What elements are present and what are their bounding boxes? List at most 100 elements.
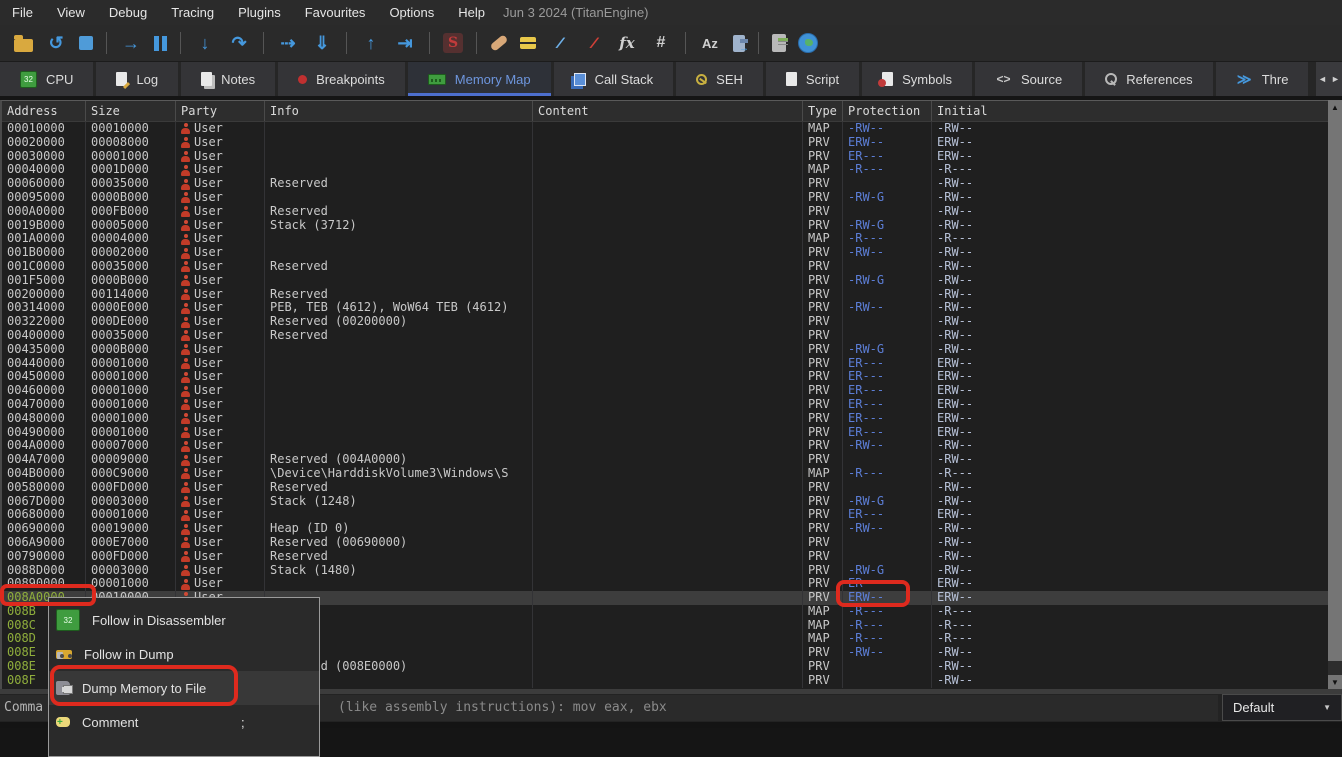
table-row[interactable]: 006A9000000E7000UserReserved (00690000)P… bbox=[2, 536, 1328, 550]
table-row[interactable]: 004A700000009000UserReserved (004A0000)P… bbox=[2, 453, 1328, 467]
run-icon[interactable]: → bbox=[120, 32, 142, 54]
table-row[interactable]: 0088D00000003000UserStack (1480)PRV-RW-G… bbox=[2, 564, 1328, 578]
scrollbar-thumb[interactable] bbox=[1328, 114, 1342, 661]
calculator-icon[interactable] bbox=[772, 34, 786, 52]
table-row[interactable]: 0019B00000005000UserStack (3712)PRV-RW-G… bbox=[2, 219, 1328, 233]
hash-icon[interactable]: # bbox=[650, 32, 672, 54]
table-row[interactable]: 00322000000DE000UserReserved (00200000)P… bbox=[2, 315, 1328, 329]
table-row[interactable]: 0048000000001000UserPRVER---ERW-- bbox=[2, 412, 1328, 426]
run-to-user-code-icon[interactable]: ⇥ bbox=[394, 32, 416, 54]
table-row[interactable]: 001B000000002000UserPRV-RW---RW-- bbox=[2, 246, 1328, 260]
menu-item-plugins[interactable]: Plugins bbox=[226, 5, 293, 20]
az-icon[interactable]: Az bbox=[699, 32, 721, 54]
context-menu-item-comment[interactable]: Comment; bbox=[49, 705, 319, 739]
context-menu-item-dump-memory-to-file[interactable]: Dump Memory to File bbox=[49, 671, 319, 705]
table-row[interactable]: 0003000000001000UserPRVER---ERW-- bbox=[2, 150, 1328, 164]
run-trace-icon[interactable]: ⇢ bbox=[277, 32, 299, 54]
context-menu-item-follow-in-dump[interactable]: Follow in Dump bbox=[49, 637, 319, 671]
fx-icon[interactable]: fx bbox=[616, 32, 638, 54]
tab-memory-map[interactable]: Memory Map bbox=[408, 62, 551, 96]
step-out-icon[interactable]: ⇓ bbox=[311, 32, 333, 54]
restart-icon[interactable]: ↺ bbox=[45, 32, 67, 54]
table-row[interactable]: 004350000000B000UserPRV-RW-G-RW-- bbox=[2, 343, 1328, 357]
pause-icon[interactable] bbox=[154, 36, 167, 51]
table-row[interactable]: 0069000000019000UserHeap (ID 0)PRV-RW---… bbox=[2, 522, 1328, 536]
vertical-scrollbar[interactable]: ▲ ▼ bbox=[1328, 100, 1342, 689]
tab-breakpoints[interactable]: Breakpoints bbox=[278, 62, 405, 96]
table-row[interactable]: 003140000000E000UserPEB, TEB (4612), WoW… bbox=[2, 301, 1328, 315]
step-into-icon[interactable]: ↓ bbox=[194, 32, 216, 54]
size-cell: 00001000 bbox=[86, 357, 176, 371]
protection-cell: ERW-- bbox=[843, 136, 932, 150]
type-cell: PRV bbox=[803, 370, 843, 384]
tab-source[interactable]: Source bbox=[975, 62, 1082, 96]
table-row[interactable]: 000400000001D000UserMAP-R----R--- bbox=[2, 163, 1328, 177]
patches-icon[interactable] bbox=[490, 34, 509, 52]
menu-item-options[interactable]: Options bbox=[377, 5, 446, 20]
table-row[interactable]: 0049000000001000UserPRVER---ERW-- bbox=[2, 426, 1328, 440]
table-row[interactable]: 0089000000001000UserPRVER---ERW-- bbox=[2, 577, 1328, 591]
table-row[interactable]: 0044000000001000UserPRVER---ERW-- bbox=[2, 357, 1328, 371]
user-person-icon bbox=[181, 579, 190, 590]
scroll-up-button[interactable]: ▲ bbox=[1328, 100, 1342, 114]
tab-symbols[interactable]: Symbols bbox=[862, 62, 972, 96]
stop-icon[interactable] bbox=[79, 36, 93, 50]
menu-item-file[interactable]: File bbox=[0, 5, 45, 20]
table-row[interactable]: 000A0000000FB000UserReservedPRV-RW-- bbox=[2, 205, 1328, 219]
highlight-icon[interactable]: ∕∕ bbox=[548, 32, 570, 54]
table-row[interactable]: 000950000000B000UserPRV-RW-G-RW-- bbox=[2, 191, 1328, 205]
table-row[interactable]: 0001000000010000UserMAP-RW---RW-- bbox=[2, 122, 1328, 136]
pager-icon[interactable] bbox=[733, 35, 745, 52]
table-row[interactable]: 004A000000007000UserPRV-RW---RW-- bbox=[2, 439, 1328, 453]
tab-seh[interactable]: SEH bbox=[676, 62, 763, 96]
scroll-down-button[interactable]: ▼ bbox=[1328, 675, 1342, 689]
table-row[interactable]: 0067D00000003000UserStack (1248)PRV-RW-G… bbox=[2, 495, 1328, 509]
table-row[interactable]: 0045000000001000UserPRVER---ERW-- bbox=[2, 370, 1328, 384]
table-row[interactable]: 0046000000001000UserPRVER---ERW-- bbox=[2, 384, 1328, 398]
party-label: User bbox=[194, 260, 223, 274]
table-row[interactable]: 00790000000FD000UserReservedPRV-RW-- bbox=[2, 550, 1328, 564]
table-row[interactable]: 0040000000035000UserReservedPRV-RW-- bbox=[2, 329, 1328, 343]
content-cell bbox=[533, 398, 803, 412]
table-row[interactable]: 001F50000000B000UserPRV-RW-G-RW-- bbox=[2, 274, 1328, 288]
table-row[interactable]: 0020000000114000UserReservedPRV-RW-- bbox=[2, 288, 1328, 302]
menu-item-view[interactable]: View bbox=[45, 5, 97, 20]
menu-item-favourites[interactable]: Favourites bbox=[293, 5, 378, 20]
tab-scroll-right-button[interactable]: ► bbox=[1329, 62, 1342, 96]
tab-script[interactable]: Script bbox=[766, 62, 859, 96]
menu-item-debug[interactable]: Debug bbox=[97, 5, 159, 20]
globe-icon[interactable] bbox=[798, 33, 818, 53]
table-row[interactable]: 0068000000001000UserPRVER---ERW-- bbox=[2, 508, 1328, 522]
info-cell: \Device\HarddiskVolume3\Windows\S bbox=[265, 467, 533, 481]
type-cell: PRV bbox=[803, 564, 843, 578]
tab-call-stack[interactable]: Call Stack bbox=[554, 62, 674, 96]
marker-icon[interactable]: ∕∕ bbox=[582, 32, 604, 54]
labels-icon[interactable] bbox=[520, 37, 536, 49]
tab-notes[interactable]: Notes bbox=[181, 62, 275, 96]
table-row[interactable]: 00580000000FD000UserReservedPRV-RW-- bbox=[2, 481, 1328, 495]
size-cell: 00001000 bbox=[86, 426, 176, 440]
tab-references[interactable]: References bbox=[1085, 62, 1212, 96]
protection-cell bbox=[843, 329, 932, 343]
menu-item-tracing[interactable]: Tracing bbox=[159, 5, 226, 20]
table-row[interactable]: 004B0000000C9000User\Device\HarddiskVolu… bbox=[2, 467, 1328, 481]
profile-dropdown[interactable]: Default ▼ bbox=[1222, 694, 1342, 721]
open-file-icon[interactable] bbox=[14, 39, 33, 52]
tab-cpu[interactable]: CPU bbox=[0, 62, 93, 96]
menu-item-help[interactable]: Help bbox=[446, 5, 497, 20]
execute-till-return-icon[interactable]: ↑ bbox=[360, 32, 382, 54]
protection-cell: -RW-G bbox=[843, 564, 932, 578]
tab-log[interactable]: Log bbox=[96, 62, 178, 96]
context-menu-item-follow-in-disassembler[interactable]: Follow in Disassembler bbox=[49, 603, 319, 637]
party-label: User bbox=[194, 577, 223, 591]
table-row[interactable]: 0047000000001000UserPRVER---ERW-- bbox=[2, 398, 1328, 412]
scylla-icon[interactable]: S bbox=[443, 33, 463, 53]
step-over-icon[interactable]: ↷ bbox=[228, 32, 250, 54]
table-row[interactable]: 0002000000008000UserPRVERW--ERW-- bbox=[2, 136, 1328, 150]
party-label: User bbox=[194, 288, 223, 302]
tab-scroll-left-button[interactable]: ◄ bbox=[1316, 62, 1329, 96]
tab-thre[interactable]: Thre bbox=[1216, 62, 1309, 96]
table-row[interactable]: 001C000000035000UserReservedPRV-RW-- bbox=[2, 260, 1328, 274]
table-row[interactable]: 001A000000004000UserMAP-R----R--- bbox=[2, 232, 1328, 246]
table-row[interactable]: 0006000000035000UserReservedPRV-RW-- bbox=[2, 177, 1328, 191]
